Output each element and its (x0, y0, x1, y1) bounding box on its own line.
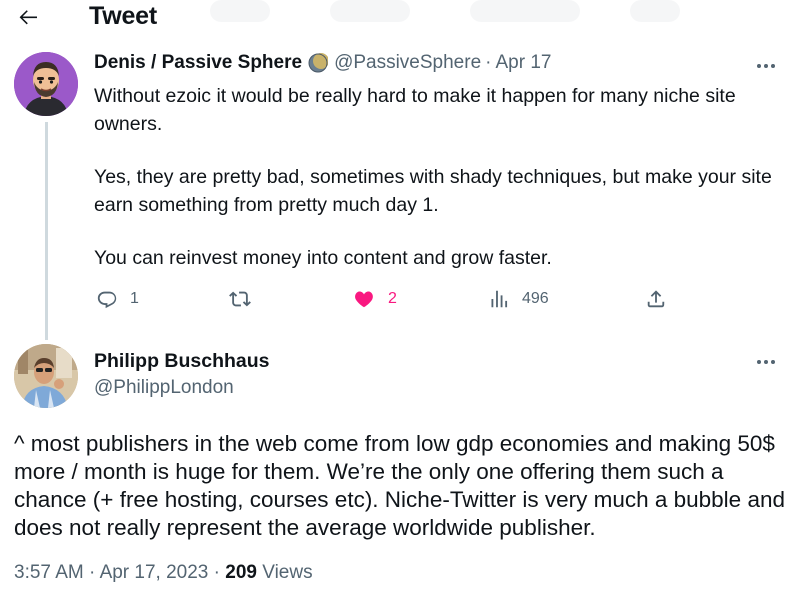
back-arrow-icon (19, 10, 37, 25)
author-name[interactable]: Denis / Passive Sphere (94, 52, 302, 74)
avatar[interactable] (14, 344, 78, 408)
header-blur-shape (210, 0, 270, 22)
page-title: Tweet (89, 2, 157, 30)
more-icon (757, 64, 775, 68)
back-button[interactable] (14, 2, 44, 32)
tweet-date[interactable]: Apr 17, 2023 (100, 562, 209, 583)
views-label: Views (262, 562, 313, 583)
avatar[interactable] (14, 52, 78, 116)
header-blur-shape (630, 0, 680, 22)
thread-connector-line (45, 122, 48, 340)
reply-button[interactable]: 1 (96, 288, 139, 310)
reply-icon (97, 291, 117, 309)
heart-icon (355, 291, 373, 308)
share-button[interactable] (645, 288, 667, 310)
views-icon (491, 290, 508, 308)
author-name[interactable]: Philipp Buschhaus (94, 350, 270, 373)
views-count: 209 (225, 562, 257, 583)
retweet-button[interactable] (228, 288, 252, 310)
like-button[interactable]: 2 (352, 288, 397, 310)
retweet-icon (229, 291, 251, 307)
header: Tweet (0, 0, 800, 34)
tweet-page: Tweet Denis / Passive Sphere @PassiveSph… (0, 0, 800, 590)
header-blur-shape (470, 0, 580, 22)
moon-badge-icon (308, 53, 330, 73)
header-blur-shape (330, 0, 410, 22)
reply-author-line: Denis / Passive Sphere @PassiveSphere · … (94, 52, 551, 74)
more-button[interactable] (752, 352, 780, 372)
separator: · (89, 562, 96, 583)
share-icon (647, 290, 665, 308)
more-icon (757, 360, 775, 364)
tweet-time[interactable]: 3:57 AM (14, 562, 84, 583)
views-count: 496 (522, 290, 549, 307)
tweet-paragraph: Without ezoic it would be really hard to… (94, 85, 736, 135)
views-button[interactable]: 496 (488, 288, 549, 310)
tweet-paragraph: Yes, they are pretty bad, sometimes with… (94, 166, 772, 216)
tweet-date[interactable]: Apr 17 (495, 52, 551, 74)
like-count: 2 (388, 290, 397, 307)
avatar-illustration (14, 52, 78, 116)
avatar-photo (14, 344, 78, 408)
author-handle[interactable]: @PassiveSphere (334, 52, 481, 74)
tweet-meta: 3:57 AM · Apr 17, 2023 · 209 Views (14, 562, 313, 584)
more-button[interactable] (752, 56, 780, 76)
tweet-paragraph: You can reinvest money into content and … (94, 247, 552, 269)
author-handle[interactable]: @PhilippLondon (94, 377, 234, 399)
reply-tweet-text: Without ezoic it would be really hard to… (94, 82, 774, 272)
main-tweet-text: ^ most publishers in the web come from l… (14, 431, 785, 540)
reply-count: 1 (130, 290, 139, 307)
separator: · (213, 562, 220, 583)
separator: · (485, 52, 492, 73)
